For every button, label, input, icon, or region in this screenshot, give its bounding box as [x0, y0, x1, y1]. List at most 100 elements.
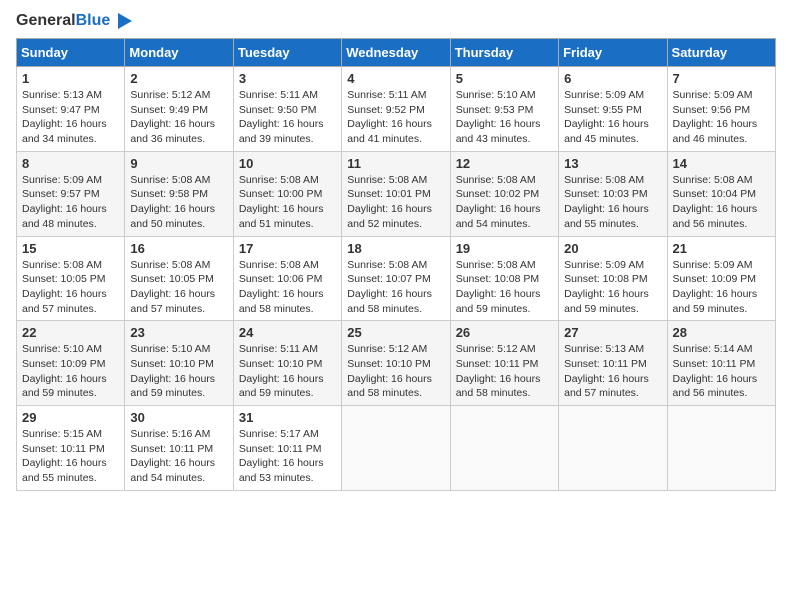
calendar-cell: 4 Sunrise: 5:11 AM Sunset: 9:52 PM Dayli… — [342, 67, 450, 152]
daylight-minutes: and 58 minutes. — [456, 387, 531, 399]
day-info: Sunrise: 5:13 AM Sunset: 9:47 PM Dayligh… — [22, 88, 119, 147]
daylight-minutes: and 39 minutes. — [239, 133, 314, 145]
day-number: 27 — [564, 325, 661, 340]
logo-blue: Blue — [76, 12, 111, 29]
day-number: 13 — [564, 156, 661, 171]
daylight-label: Daylight: 16 hours — [564, 288, 649, 300]
page-header: General ► GeneralBlue — [16, 16, 776, 30]
daylight-minutes: and 34 minutes. — [22, 133, 97, 145]
day-info: Sunrise: 5:10 AM Sunset: 9:53 PM Dayligh… — [456, 88, 553, 147]
day-number: 6 — [564, 71, 661, 86]
sunrise-label: Sunrise: 5:08 AM — [456, 259, 536, 271]
sunrise-label: Sunrise: 5:12 AM — [130, 89, 210, 101]
calendar-cell: 10 Sunrise: 5:08 AM Sunset: 10:00 PM Day… — [233, 151, 341, 236]
daylight-label: Daylight: 16 hours — [347, 203, 432, 215]
daylight-label: Daylight: 16 hours — [130, 288, 215, 300]
sunrise-label: Sunrise: 5:08 AM — [456, 174, 536, 186]
day-number: 20 — [564, 241, 661, 256]
daylight-minutes: and 55 minutes. — [564, 218, 639, 230]
daylight-label: Daylight: 16 hours — [673, 203, 758, 215]
daylight-label: Daylight: 16 hours — [130, 373, 215, 385]
daylight-minutes: and 45 minutes. — [564, 133, 639, 145]
day-number: 26 — [456, 325, 553, 340]
day-info: Sunrise: 5:08 AM Sunset: 10:05 PM Daylig… — [22, 258, 119, 317]
day-info: Sunrise: 5:08 AM Sunset: 10:04 PM Daylig… — [673, 173, 770, 232]
daylight-label: Daylight: 16 hours — [456, 118, 541, 130]
sunrise-label: Sunrise: 5:10 AM — [456, 89, 536, 101]
day-info: Sunrise: 5:10 AM Sunset: 10:09 PM Daylig… — [22, 342, 119, 401]
calendar-cell — [450, 406, 558, 491]
sunset-label: Sunset: 10:00 PM — [239, 188, 322, 200]
daylight-minutes: and 50 minutes. — [130, 218, 205, 230]
day-info: Sunrise: 5:08 AM Sunset: 10:05 PM Daylig… — [130, 258, 227, 317]
sunset-label: Sunset: 10:08 PM — [564, 273, 647, 285]
daylight-minutes: and 52 minutes. — [347, 218, 422, 230]
daylight-minutes: and 54 minutes. — [456, 218, 531, 230]
day-number: 5 — [456, 71, 553, 86]
daylight-label: Daylight: 16 hours — [564, 203, 649, 215]
sunset-label: Sunset: 10:09 PM — [673, 273, 756, 285]
calendar-cell: 28 Sunrise: 5:14 AM Sunset: 10:11 PM Day… — [667, 321, 775, 406]
day-number: 7 — [673, 71, 770, 86]
daylight-label: Daylight: 16 hours — [347, 288, 432, 300]
logo-general: General — [16, 12, 76, 29]
day-info: Sunrise: 5:15 AM Sunset: 10:11 PM Daylig… — [22, 427, 119, 486]
sunrise-label: Sunrise: 5:08 AM — [564, 174, 644, 186]
calendar-cell: 13 Sunrise: 5:08 AM Sunset: 10:03 PM Day… — [559, 151, 667, 236]
header-sunday: Sunday — [17, 39, 125, 67]
sunrise-label: Sunrise: 5:17 AM — [239, 428, 319, 440]
sunrise-label: Sunrise: 5:09 AM — [673, 89, 753, 101]
daylight-minutes: and 58 minutes. — [239, 303, 314, 315]
day-number: 19 — [456, 241, 553, 256]
daylight-minutes: and 59 minutes. — [239, 387, 314, 399]
day-number: 31 — [239, 410, 336, 425]
calendar-cell: 8 Sunrise: 5:09 AM Sunset: 9:57 PM Dayli… — [17, 151, 125, 236]
day-number: 11 — [347, 156, 444, 171]
calendar-row: 29 Sunrise: 5:15 AM Sunset: 10:11 PM Day… — [17, 406, 776, 491]
calendar-cell: 3 Sunrise: 5:11 AM Sunset: 9:50 PM Dayli… — [233, 67, 341, 152]
header-monday: Monday — [125, 39, 233, 67]
calendar-cell: 25 Sunrise: 5:12 AM Sunset: 10:10 PM Day… — [342, 321, 450, 406]
daylight-label: Daylight: 16 hours — [130, 457, 215, 469]
day-info: Sunrise: 5:08 AM Sunset: 10:02 PM Daylig… — [456, 173, 553, 232]
header-thursday: Thursday — [450, 39, 558, 67]
sunrise-label: Sunrise: 5:08 AM — [347, 259, 427, 271]
daylight-minutes: and 59 minutes. — [456, 303, 531, 315]
calendar-row: 15 Sunrise: 5:08 AM Sunset: 10:05 PM Day… — [17, 236, 776, 321]
sunset-label: Sunset: 10:11 PM — [22, 443, 105, 455]
daylight-label: Daylight: 16 hours — [22, 118, 107, 130]
day-info: Sunrise: 5:12 AM Sunset: 10:11 PM Daylig… — [456, 342, 553, 401]
day-info: Sunrise: 5:09 AM Sunset: 10:09 PM Daylig… — [673, 258, 770, 317]
daylight-label: Daylight: 16 hours — [673, 118, 758, 130]
day-info: Sunrise: 5:08 AM Sunset: 10:00 PM Daylig… — [239, 173, 336, 232]
daylight-minutes: and 59 minutes. — [673, 303, 748, 315]
day-number: 9 — [130, 156, 227, 171]
calendar-cell: 30 Sunrise: 5:16 AM Sunset: 10:11 PM Day… — [125, 406, 233, 491]
daylight-label: Daylight: 16 hours — [239, 203, 324, 215]
header-friday: Friday — [559, 39, 667, 67]
daylight-minutes: and 55 minutes. — [22, 472, 97, 484]
sunset-label: Sunset: 10:11 PM — [456, 358, 539, 370]
sunset-label: Sunset: 9:47 PM — [22, 104, 100, 116]
sunrise-label: Sunrise: 5:11 AM — [239, 89, 318, 101]
daylight-label: Daylight: 16 hours — [22, 288, 107, 300]
header-wednesday: Wednesday — [342, 39, 450, 67]
day-info: Sunrise: 5:08 AM Sunset: 10:01 PM Daylig… — [347, 173, 444, 232]
sunset-label: Sunset: 10:06 PM — [239, 273, 322, 285]
day-info: Sunrise: 5:09 AM Sunset: 9:56 PM Dayligh… — [673, 88, 770, 147]
sunset-label: Sunset: 10:05 PM — [130, 273, 213, 285]
calendar-cell: 2 Sunrise: 5:12 AM Sunset: 9:49 PM Dayli… — [125, 67, 233, 152]
day-number: 3 — [239, 71, 336, 86]
daylight-minutes: and 57 minutes. — [564, 387, 639, 399]
day-number: 17 — [239, 241, 336, 256]
day-number: 21 — [673, 241, 770, 256]
day-info: Sunrise: 5:11 AM Sunset: 9:50 PM Dayligh… — [239, 88, 336, 147]
sunset-label: Sunset: 9:57 PM — [22, 188, 100, 200]
calendar-row: 1 Sunrise: 5:13 AM Sunset: 9:47 PM Dayli… — [17, 67, 776, 152]
sunrise-label: Sunrise: 5:08 AM — [22, 259, 102, 271]
day-info: Sunrise: 5:11 AM Sunset: 10:10 PM Daylig… — [239, 342, 336, 401]
day-number: 15 — [22, 241, 119, 256]
day-number: 24 — [239, 325, 336, 340]
daylight-label: Daylight: 16 hours — [22, 457, 107, 469]
day-number: 23 — [130, 325, 227, 340]
